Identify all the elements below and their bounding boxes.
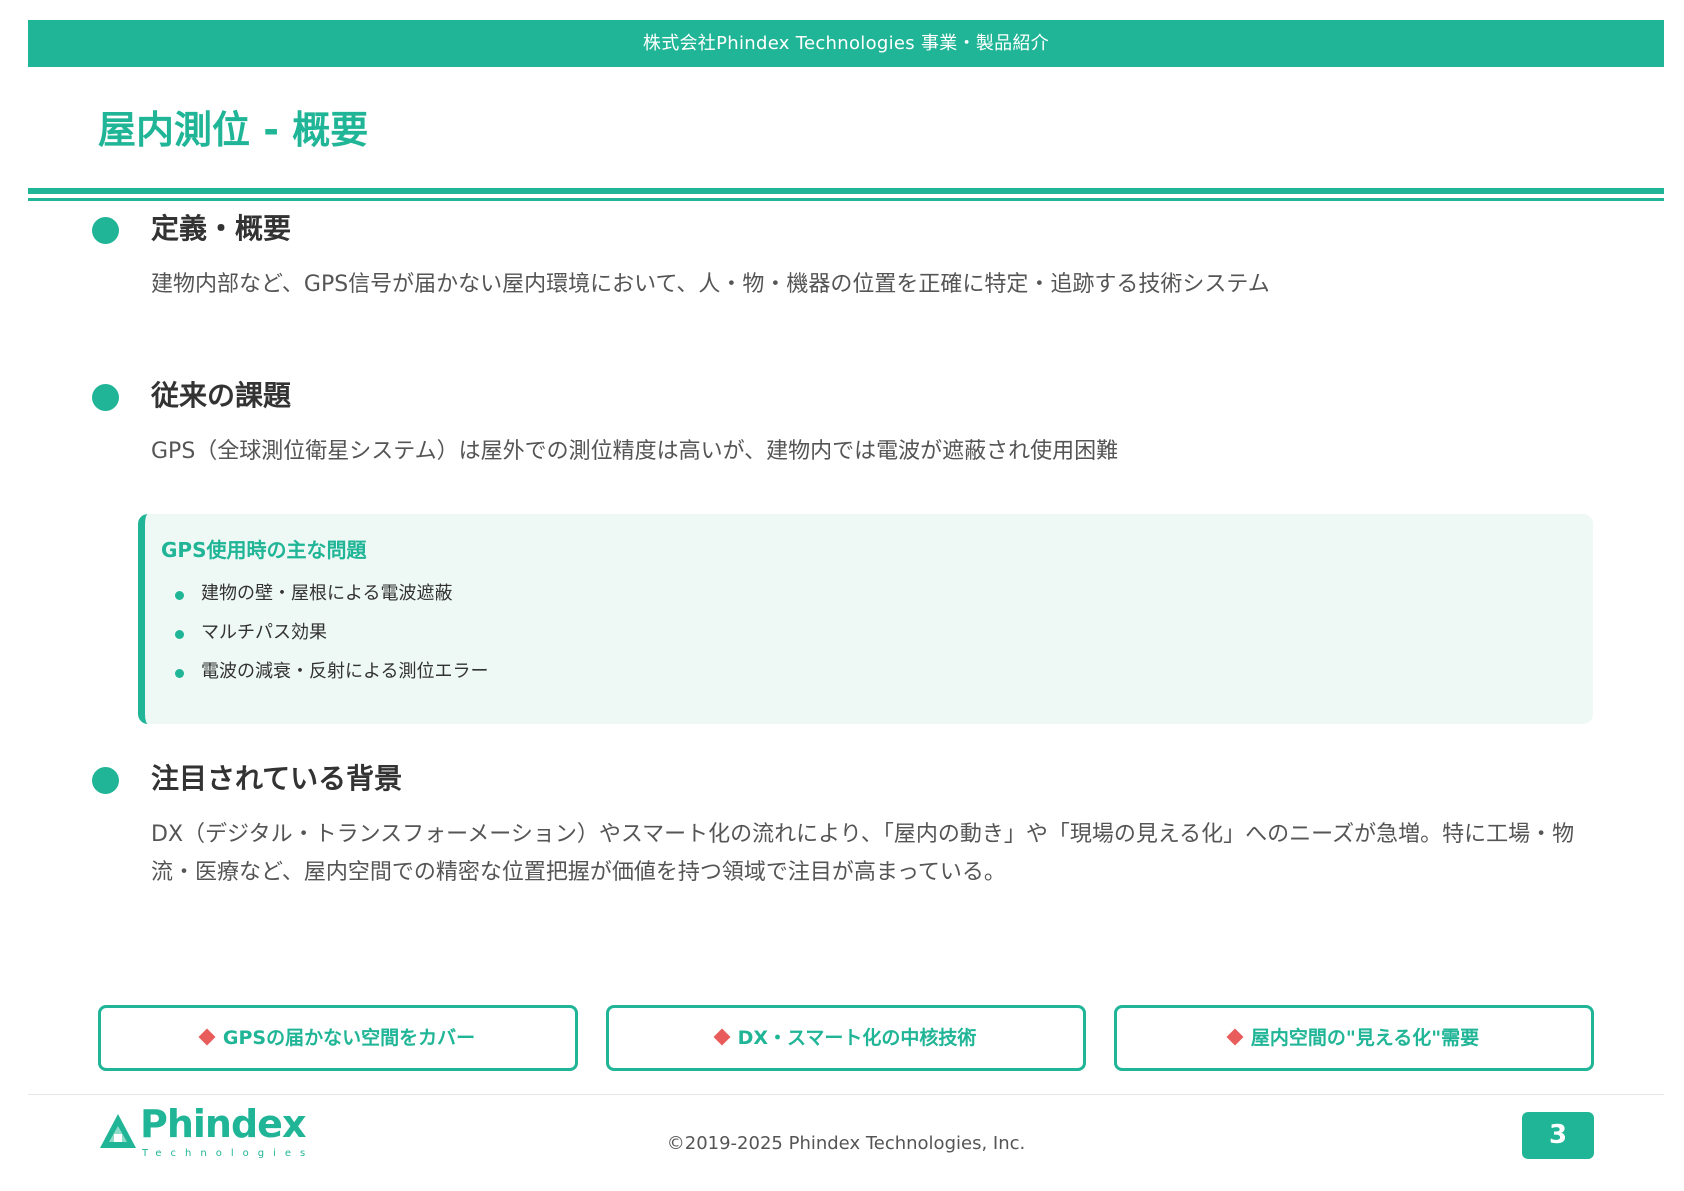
feature-label: DX・スマート化の中核技術: [737, 1027, 977, 1049]
feature-box-visualization: 屋内空間の"見える化"需要: [1114, 1005, 1594, 1071]
copyright-text: ©2019-2025 Phindex Technologies, Inc.: [666, 1133, 1026, 1154]
bullet-icon: [175, 591, 184, 600]
list-item-text: 電波の減衰・反射による測位エラー: [201, 661, 489, 682]
list-item: 電波の減衰・反射による測位エラー: [175, 660, 488, 699]
section-heading-definition: 定義・概要: [151, 212, 292, 245]
slide: 株式会社Phindex Technologies 事業・製品紹介 屋内測位 - …: [28, 20, 1664, 1180]
title-divider: [28, 188, 1664, 201]
title-divider-thin: [28, 198, 1664, 201]
feature-label: 屋内空間の"見える化"需要: [1250, 1027, 1480, 1049]
gps-problems-title: GPS使用時の主な問題: [161, 538, 367, 562]
section-bullet-icon: [92, 767, 119, 794]
diamond-icon: [713, 1028, 731, 1045]
footer-divider: [28, 1094, 1664, 1095]
section-heading-background: 注目されている背景: [151, 762, 403, 795]
list-item: 建物の壁・屋根による電波遮蔽: [175, 582, 488, 621]
list-item-text: マルチパス効果: [201, 622, 327, 643]
list-item-text: 建物の壁・屋根による電波遮蔽: [201, 583, 453, 604]
bullet-icon: [175, 669, 184, 678]
title-divider-thick: [28, 188, 1664, 194]
section-body-definition: 建物内部など、GPS信号が届かない屋内環境において、人・物・機器の位置を正確に特…: [151, 272, 1270, 297]
page-title: 屋内測位 - 概要: [98, 108, 369, 152]
bullet-icon: [175, 630, 184, 639]
feature-box-gps-coverage: GPSの届かない空間をカバー: [98, 1005, 578, 1071]
feature-box-dx-core: DX・スマート化の中核技術: [606, 1005, 1086, 1071]
section-bullet-icon: [92, 384, 119, 411]
list-item: マルチパス効果: [175, 621, 488, 660]
feature-label: GPSの届かない空間をカバー: [222, 1027, 476, 1049]
section-body-background: DX（デジタル・トランスフォーメーション）やスマート化の流れにより、「屋内の動き…: [151, 822, 1575, 885]
page-number-badge: 3: [1522, 1112, 1594, 1159]
section-heading-challenges: 従来の課題: [151, 379, 292, 412]
section-bullet-icon: [92, 217, 119, 244]
section-body-challenges: GPS（全球測位衛星システム）は屋外での測位精度は高いが、建物内では電波が遮蔽さ…: [151, 439, 1119, 464]
diamond-icon: [198, 1028, 216, 1045]
gps-problems-list: 建物の壁・屋根による電波遮蔽 マルチパス効果 電波の減衰・反射による測位エラー: [175, 582, 488, 699]
diamond-icon: [1226, 1028, 1244, 1045]
gps-problems-box: GPS使用時の主な問題 建物の壁・屋根による電波遮蔽 マルチパス効果 電波の減衰…: [138, 514, 1593, 724]
header-banner: 株式会社Phindex Technologies 事業・製品紹介: [28, 20, 1664, 67]
